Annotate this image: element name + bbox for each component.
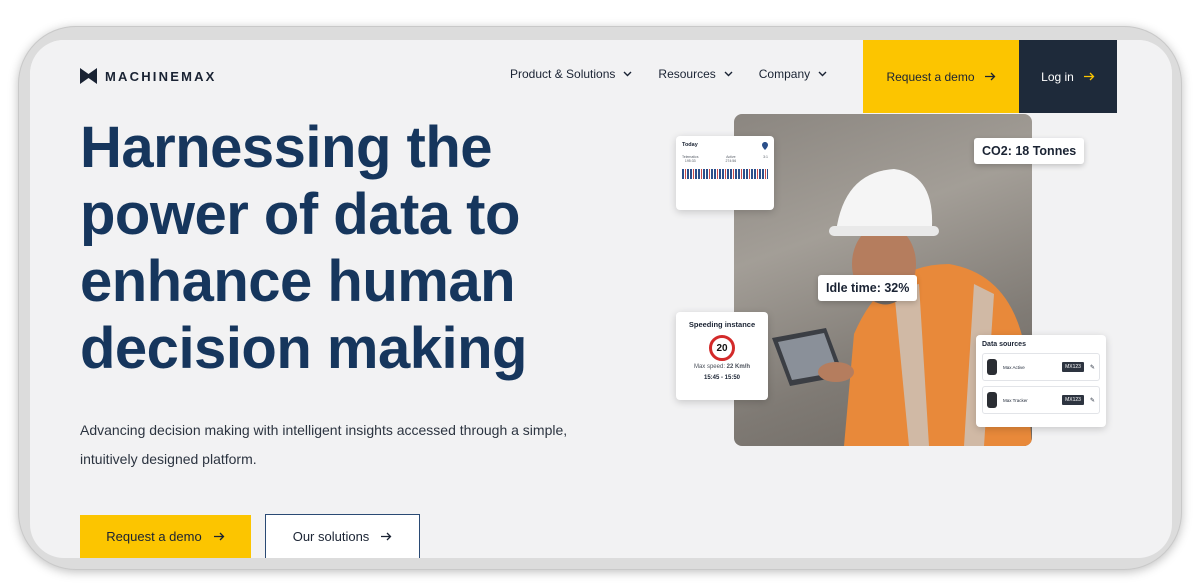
data-source-row: Max Active MX123 ✎: [982, 353, 1100, 381]
hero-request-demo-label: Request a demo: [106, 529, 202, 544]
edit-pencil-icon: ✎: [1089, 364, 1095, 371]
today-stat: 3:1: [763, 155, 768, 163]
data-source-name: Max Tracker: [1003, 397, 1028, 403]
arrow-right-icon: [381, 532, 392, 541]
data-source-id: MX123: [1062, 395, 1084, 405]
data-source-id: MX123: [1062, 362, 1084, 372]
chevron-down-icon: [818, 71, 827, 77]
device-icon: [987, 392, 997, 408]
speeding-time: 15:45 - 15:50: [703, 375, 741, 381]
chevron-down-icon: [623, 71, 632, 77]
speed-limit-sign-icon: 20: [709, 335, 735, 361]
logo-mark-icon: [80, 68, 97, 84]
header-request-demo-label: Request a demo: [886, 69, 975, 84]
today-stat: Telematics 195:33: [682, 155, 699, 163]
hero-subtext: Advancing decision making with intellige…: [80, 416, 640, 474]
headline-line: decision making: [80, 316, 527, 381]
today-title: Today: [682, 142, 698, 148]
max-speed-label: Max speed:: [693, 364, 725, 370]
today-card: Today Telematics 195:33 Active 274:56 3:…: [676, 136, 774, 210]
arrow-right-icon: [213, 532, 225, 541]
nav-item-resources[interactable]: Resources: [658, 67, 733, 81]
logo[interactable]: MACHINEMAX: [80, 68, 217, 84]
today-stat: Active 274:56: [725, 155, 736, 163]
location-pin-icon: [762, 142, 768, 150]
hero-our-solutions-label: Our solutions: [292, 529, 370, 544]
data-sources-title: Data sources: [982, 341, 1026, 348]
nav-item-products[interactable]: Product & Solutions: [510, 67, 632, 81]
data-sources-card: Data sources Max Active MX123 ✎ Max Trac…: [976, 335, 1106, 427]
arrow-right-icon: [984, 72, 995, 81]
max-speed-value: 22 Km/h: [726, 364, 751, 370]
speeding-title: Speeding instance: [688, 320, 756, 329]
subtext-line: Advancing decision making with intellige…: [80, 422, 568, 438]
arrow-right-icon: [1083, 72, 1095, 81]
nav-item-label: Product & Solutions: [510, 67, 616, 81]
activity-timeline-bar: [682, 169, 768, 179]
today-stats: Telematics 195:33 Active 274:56 3:1: [682, 155, 768, 163]
logo-text: MACHINEMAX: [105, 68, 217, 84]
today-stat-value: 3:1: [763, 155, 768, 159]
nav-item-label: Resources: [658, 67, 716, 81]
max-speed: Max speed: 22 Km/h: [676, 364, 768, 370]
header-request-demo-button[interactable]: Request a demo: [863, 40, 1019, 113]
today-stat-value: 195:33: [684, 159, 696, 163]
header-login-button[interactable]: Log in: [1019, 40, 1117, 113]
data-source-row: Max Tracker MX123 ✎: [982, 386, 1100, 414]
hero-request-demo-button[interactable]: Request a demo: [80, 515, 251, 558]
subtext-line: intuitively designed platform.: [80, 451, 257, 467]
headline-line: power of data to: [80, 182, 520, 247]
nav-item-company[interactable]: Company: [759, 67, 827, 81]
headline-line: enhance human: [80, 249, 516, 314]
device-icon: [987, 359, 997, 375]
hero-our-solutions-button[interactable]: Our solutions: [265, 514, 420, 558]
edit-pencil-icon: ✎: [1089, 397, 1095, 404]
idle-time-tag: Idle time: 32%: [818, 275, 918, 301]
main-nav: Product & Solutions Resources Company: [510, 67, 827, 81]
data-source-name: Max Active: [1003, 364, 1025, 370]
header-login-label: Log in: [1041, 69, 1074, 84]
chevron-down-icon: [724, 71, 733, 77]
headline-line: Harnessing the: [80, 115, 493, 180]
site-header: MACHINEMAX Product & Solutions Resources…: [30, 40, 1172, 113]
browser-viewport: MACHINEMAX Product & Solutions Resources…: [30, 40, 1172, 558]
today-stat-value: 274:56: [725, 159, 737, 163]
nav-item-label: Company: [758, 67, 811, 81]
speeding-card: Speeding instance 20 Max speed: 22 Km/h …: [676, 312, 768, 400]
hero-headline: Harnessing the power of data to enhance …: [80, 114, 640, 382]
co2-tag: CO2: 18 Tonnes: [974, 138, 1085, 164]
